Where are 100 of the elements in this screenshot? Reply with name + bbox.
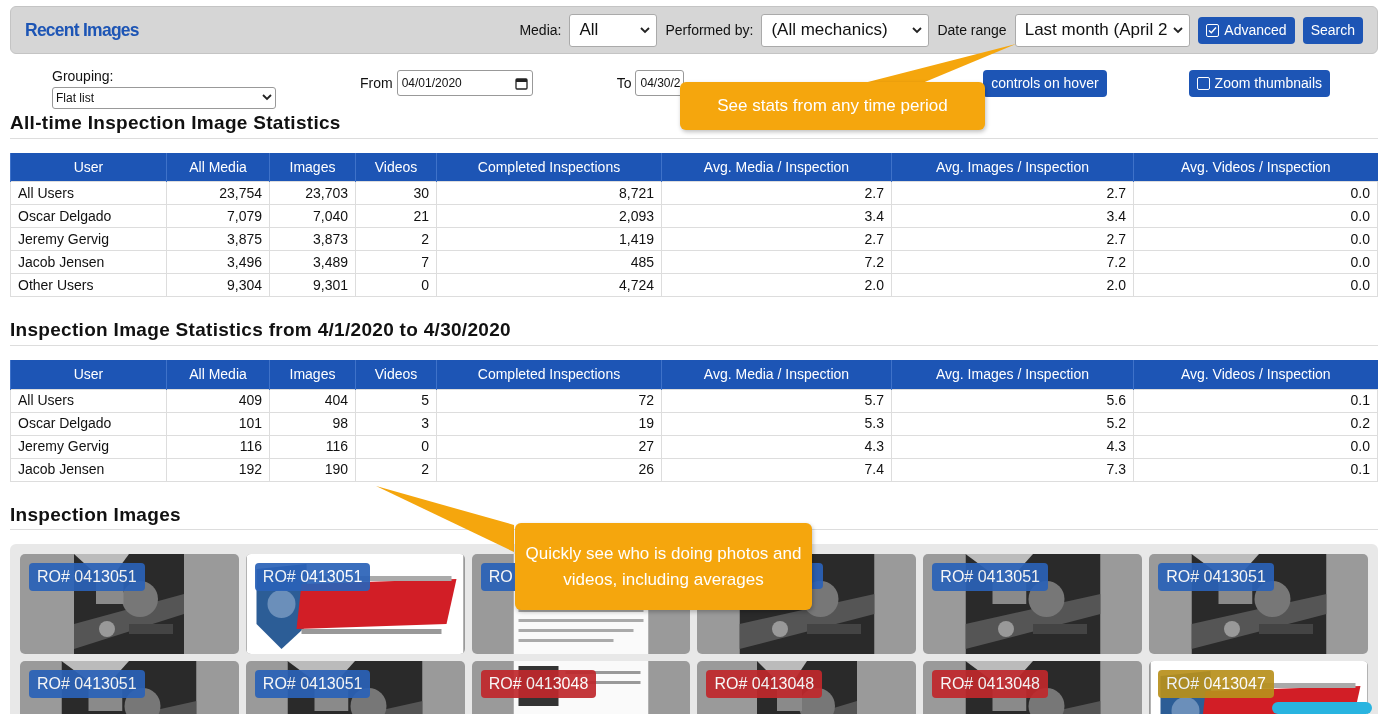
column-header: User: [10, 360, 167, 390]
ro-number-label: RO# 0413051: [29, 670, 145, 699]
table-cell: 190: [269, 458, 356, 482]
table-cell: Jeremy Gervig: [10, 435, 167, 459]
column-header: Avg. Media / Inspection: [661, 152, 892, 182]
table-cell: 116: [166, 435, 270, 459]
column-header: Videos: [355, 152, 437, 182]
table-cell: 21: [355, 204, 437, 228]
table-cell: Jeremy Gervig: [10, 227, 167, 251]
table-cell: 26: [436, 458, 662, 482]
ro-number-label: RO# 0413047: [1158, 670, 1274, 699]
table-cell: 2.7: [661, 181, 892, 205]
table-cell: 0.0: [1133, 227, 1378, 251]
table-cell: 0.0: [1133, 181, 1378, 205]
table-cell: 0.0: [1133, 273, 1378, 297]
table-cell: 19: [436, 412, 662, 436]
table-cell: 2.7: [891, 181, 1134, 205]
table-cell: 7,079: [166, 204, 270, 228]
table-cell: 7.4: [661, 458, 892, 482]
table-cell: 7.2: [891, 250, 1134, 274]
table-cell: 2.0: [661, 273, 892, 297]
table-cell: 192: [166, 458, 270, 482]
column-header: Images: [269, 152, 356, 182]
column-header: Avg. Images / Inspection: [891, 360, 1134, 390]
table-cell: 404: [269, 389, 356, 413]
table-cell: 3.4: [891, 204, 1134, 228]
table-cell: All Users: [10, 181, 167, 205]
table-cell: 23,754: [166, 181, 270, 205]
table-cell: All Users: [10, 389, 167, 413]
table-cell: 101: [166, 412, 270, 436]
date-range-label: Date range: [937, 20, 1007, 40]
column-header: All Media: [166, 152, 270, 182]
table-cell: 5.3: [661, 412, 892, 436]
table-cell: 4,724: [436, 273, 662, 297]
table-cell: 8,721: [436, 181, 662, 205]
table-cell: 2.0: [891, 273, 1134, 297]
ro-number-label: RO# 0413051: [1158, 563, 1274, 592]
table-cell: 2.7: [891, 227, 1134, 251]
table-cell: 0.0: [1133, 250, 1378, 274]
column-header: Images: [269, 360, 356, 390]
table-cell: 409: [166, 389, 270, 413]
table-cell: 5.6: [891, 389, 1134, 413]
table-cell: 1,419: [436, 227, 662, 251]
table-cell: 3,496: [166, 250, 270, 274]
grouping-label: Grouping:: [52, 66, 115, 86]
table-cell: 4.3: [661, 435, 892, 459]
section-heading: Inspection Image Statistics from 4/1/2020 to 4/30/2020: [10, 319, 1378, 347]
table-cell: Other Users: [10, 273, 167, 297]
table-cell: Oscar Delgado: [10, 204, 167, 228]
ro-number-label: RO# 0413051: [254, 563, 371, 592]
table-cell: 5: [355, 389, 437, 413]
table-cell: 0: [355, 435, 437, 459]
ro-number-label: RO# 0413051: [29, 563, 145, 592]
column-header: Avg. Videos / Inspection: [1133, 360, 1378, 390]
table-cell: 4.3: [891, 435, 1134, 459]
table-cell: 7.2: [661, 250, 892, 274]
table-cell: 116: [269, 435, 356, 459]
to-label: To: [616, 73, 632, 93]
ro-number-label: RO# 0413048: [480, 670, 597, 699]
table-cell: 0.1: [1133, 458, 1378, 482]
table-cell: 3,875: [166, 227, 270, 251]
table-cell: 9,304: [166, 273, 270, 297]
ro-number-label: RO# 0413051: [254, 670, 371, 699]
table-cell: 2,093: [436, 204, 662, 228]
table-cell: 3,489: [269, 250, 356, 274]
ro-number-label: RO# 0413048: [706, 670, 823, 699]
table-cell: Oscar Delgado: [10, 412, 167, 436]
column-header: Avg. Images / Inspection: [891, 152, 1134, 182]
table-cell: 27: [436, 435, 662, 459]
column-header: All Media: [166, 360, 270, 390]
ro-number-label: RO# 0413048: [932, 670, 1048, 699]
table-cell: Jacob Jensen: [10, 250, 167, 274]
performed-by-label: Performed by:: [665, 20, 754, 40]
table-cell: 0: [355, 273, 437, 297]
column-header: Avg. Media / Inspection: [661, 360, 892, 390]
column-header: Completed Inspections: [436, 360, 662, 390]
table-cell: 0.0: [1133, 204, 1378, 228]
table-cell: 7,040: [269, 204, 356, 228]
table-cell: 7.3: [891, 458, 1134, 482]
table-cell: 5.7: [661, 389, 892, 413]
table-cell: 23,703: [269, 181, 356, 205]
column-header: Videos: [355, 360, 437, 390]
callout-tooltip: Quickly see who is doing photos and videos, including averages: [515, 523, 812, 610]
table-cell: 9,301: [269, 273, 356, 297]
table-cell: 30: [355, 181, 437, 205]
table-cell: 98: [269, 412, 356, 436]
table-cell: Jacob Jensen: [10, 458, 167, 482]
table-cell: 3,873: [269, 227, 356, 251]
table-cell: 7: [355, 250, 437, 274]
from-label: From: [360, 73, 393, 93]
ro-number-label: RO# 0413051: [932, 563, 1048, 592]
table-cell: 72: [436, 389, 662, 413]
table-cell: 2.7: [661, 227, 892, 251]
table-cell: 2: [355, 227, 437, 251]
table-cell: 0.2: [1133, 412, 1378, 436]
table-cell: 3.4: [661, 204, 892, 228]
table-cell: 3: [355, 412, 437, 436]
table-cell: 485: [436, 250, 662, 274]
table-cell: 0.1: [1133, 389, 1378, 413]
column-header: Avg. Videos / Inspection: [1133, 152, 1378, 182]
